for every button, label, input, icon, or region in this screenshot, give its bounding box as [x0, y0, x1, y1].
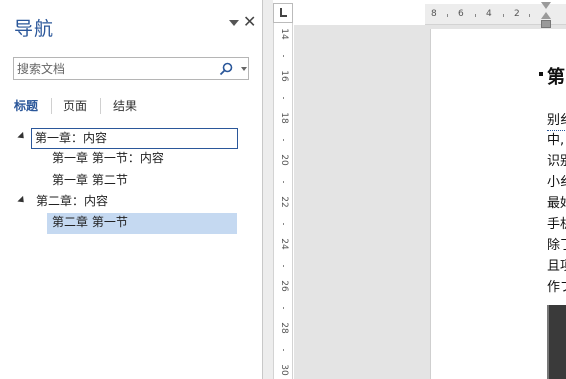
tab-divider [100, 98, 101, 114]
vruler-label: 14 [279, 28, 289, 40]
collapse-triangle-icon[interactable] [17, 131, 27, 142]
vruler-tick [283, 349, 284, 351]
search-input[interactable] [17, 61, 207, 77]
vruler-tick [283, 307, 284, 309]
heading-bullet-icon [539, 72, 543, 76]
vruler-label: 20 [279, 154, 289, 166]
left-tab-icon [280, 8, 287, 17]
vruler-tick [283, 55, 284, 57]
search-icon[interactable] [218, 61, 234, 77]
vruler-tick [283, 181, 284, 183]
search-box[interactable] [13, 57, 249, 80]
document-heading[interactable]: 第 [547, 63, 565, 89]
tab-divider [51, 98, 52, 114]
vruler-label: 26 [279, 280, 289, 292]
vruler-tick [283, 223, 284, 225]
vruler-tick [283, 97, 284, 99]
vertical-ruler[interactable]: 14 16 18 20 22 24 26 28 30 [273, 23, 293, 379]
tree-item-section-2-1[interactable]: 第二章 第一节 [47, 213, 237, 234]
tree-item-chapter-1[interactable]: 第一章：内容 [31, 128, 238, 149]
collapse-triangle-icon[interactable] [17, 195, 27, 206]
document-text-line[interactable]: 小纟 [547, 173, 566, 193]
close-icon[interactable]: ✕ [243, 13, 256, 31]
scroll-gutter [263, 0, 273, 379]
document-page[interactable] [430, 29, 566, 379]
hruler-label: 6 [458, 9, 464, 19]
vruler-label: 28 [279, 322, 289, 334]
tree-item-chapter-2[interactable]: 第二章：内容 [36, 192, 108, 213]
first-line-indent-marker[interactable] [541, 2, 551, 9]
document-text-line[interactable]: 除了 [547, 236, 566, 256]
hruler-label: 2 [514, 9, 520, 19]
document-text-line[interactable]: 最好 [547, 194, 566, 214]
tab-stop-selector[interactable] [273, 3, 293, 23]
nav-pane-title: 导航 [14, 18, 55, 40]
hruler-label: 4 [486, 9, 492, 19]
vruler-label: 22 [279, 196, 289, 208]
tab-results[interactable]: 结果 [113, 97, 137, 114]
hruler-tick [503, 14, 504, 17]
left-indent-marker[interactable] [541, 20, 551, 28]
hruler-tick [529, 14, 530, 17]
hruler-label: 8 [431, 9, 437, 19]
vruler-label: 30 [279, 364, 289, 376]
embedded-image[interactable] [547, 305, 566, 379]
search-options-caret-icon[interactable] [241, 67, 247, 71]
tab-pages[interactable]: 页面 [63, 97, 87, 114]
navigation-pane: 导航 ✕ 标题 页面 结果 第一章：内容 第一章 第一节：内容 第一章 第二节 … [0, 0, 262, 379]
vruler-label: 16 [279, 70, 289, 82]
document-text-line[interactable]: 别纟 [547, 111, 566, 131]
document-text-line[interactable]: 且项 [547, 257, 566, 277]
vruler-tick [283, 139, 284, 141]
document-text-line[interactable]: 手机 [547, 215, 566, 235]
hruler-tick [447, 14, 448, 17]
document-text-line[interactable]: 中, [547, 131, 564, 151]
hanging-indent-marker[interactable] [541, 12, 551, 19]
vruler-label: 24 [279, 238, 289, 250]
vruler-label: 18 [279, 112, 289, 124]
vruler-tick [283, 265, 284, 267]
tab-headings[interactable]: 标题 [14, 97, 38, 114]
document-text-line[interactable]: 识别 [547, 152, 566, 172]
hruler-tick [475, 14, 476, 17]
word-window: 导航 ✕ 标题 页面 结果 第一章：内容 第一章 第一节：内容 第一章 第二节 … [0, 0, 566, 379]
tree-item-section-1-2[interactable]: 第一章 第二节 [52, 171, 128, 192]
pane-options-icon[interactable] [229, 20, 239, 26]
document-text-line[interactable]: 作ブ [547, 278, 566, 298]
tree-item-section-1-1[interactable]: 第一章 第一节：内容 [52, 149, 164, 170]
